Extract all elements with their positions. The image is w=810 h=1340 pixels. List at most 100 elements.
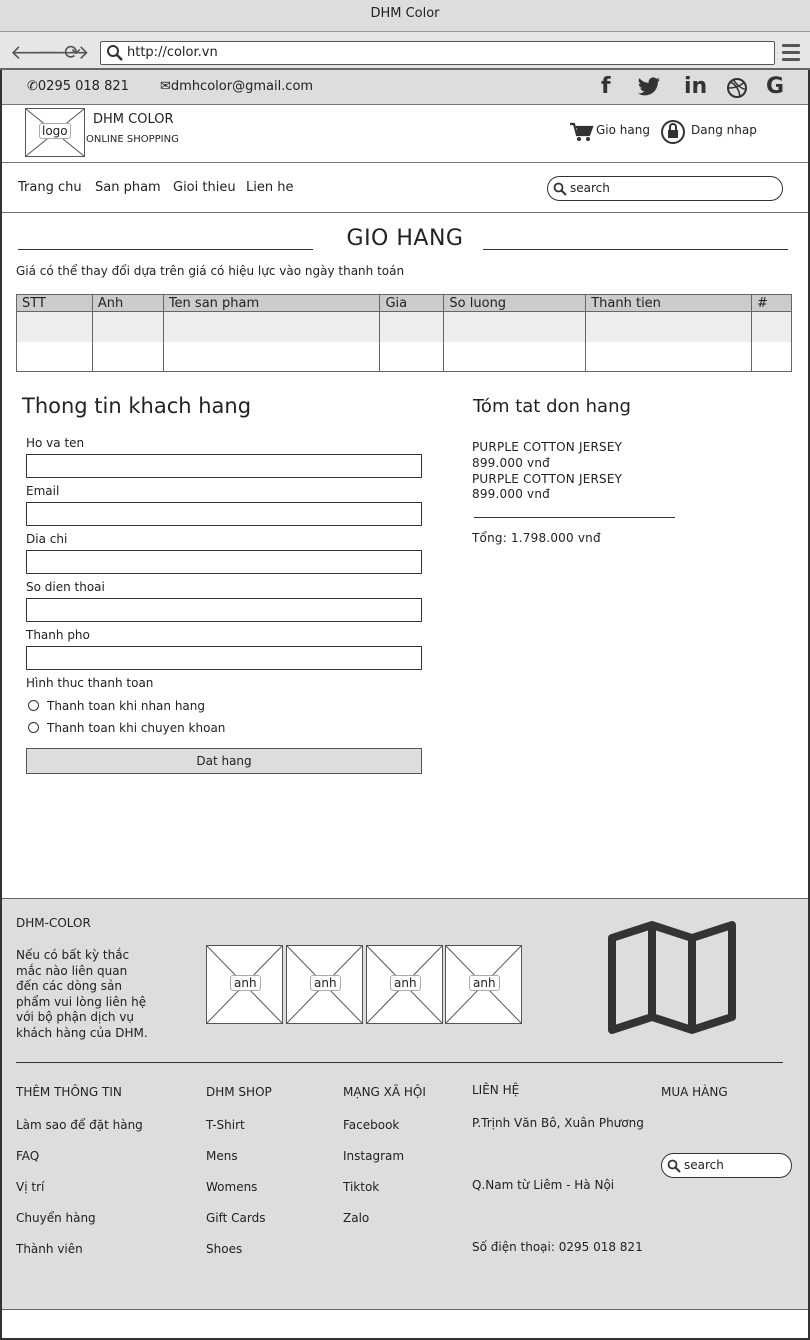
- footer-link-womens[interactable]: Womens: [206, 1180, 257, 1194]
- dribbble-icon[interactable]: [726, 77, 748, 99]
- phone-number: 0295 018 821: [37, 79, 129, 94]
- footer-image-label: anh: [469, 975, 500, 991]
- table-row: [16, 341, 793, 372]
- address-bar[interactable]: http://color.vn: [100, 41, 775, 65]
- footer-about-line: với bộ phận dịch vụ: [16, 1010, 135, 1024]
- forward-icon[interactable]: 🡒: [36, 42, 90, 62]
- footer-link-gift-cards[interactable]: Gift Cards: [206, 1211, 266, 1225]
- menu-item-trang-chu[interactable]: Trang chu: [18, 180, 82, 195]
- name-field[interactable]: [26, 454, 422, 478]
- cart-label: Gio hang: [596, 123, 650, 137]
- footer-link-faq[interactable]: FAQ: [16, 1149, 39, 1163]
- summary-item-price: 899.000 vnđ: [472, 487, 550, 501]
- footer-contact-phone: Số điện thoại: 0295 018 821: [472, 1240, 643, 1254]
- payment-cod-label[interactable]: Thanh toan khi nhan hang: [47, 699, 205, 713]
- payment-transfer-label[interactable]: Thanh toan khi chuyen khoan: [47, 721, 225, 735]
- reload-icon[interactable]: ⟳: [64, 42, 81, 62]
- facebook-icon[interactable]: f: [601, 74, 611, 99]
- summary-item-name: PURPLE COTTON JERSEY: [472, 440, 623, 454]
- login-label: Dang nhap: [691, 123, 757, 137]
- footer-link-how-to-order[interactable]: Làm sao để đặt hàng: [16, 1118, 143, 1132]
- column-header: Thanh tien: [585, 294, 752, 312]
- footer-link-tshirt[interactable]: T-Shirt: [206, 1118, 245, 1132]
- envelope-icon: ✉: [160, 79, 171, 94]
- table-row: [16, 311, 793, 342]
- footer-heading-buy: MUA HÀNG: [661, 1085, 728, 1099]
- logo[interactable]: logo: [25, 108, 85, 157]
- footer-link-shoes[interactable]: Shoes: [206, 1242, 242, 1256]
- menu-item-lien-he[interactable]: Lien he: [246, 180, 293, 195]
- city-field[interactable]: [26, 646, 422, 670]
- footer-link-tiktok[interactable]: Tiktok: [343, 1180, 379, 1194]
- header-search-input[interactable]: search: [547, 176, 783, 201]
- field-label-phone: So dien thoai: [26, 580, 105, 594]
- footer-heading-shop: DHM SHOP: [206, 1085, 272, 1099]
- payment-transfer-radio[interactable]: [28, 722, 39, 733]
- footer-link-mens[interactable]: Mens: [206, 1149, 238, 1163]
- footer-link-zalo[interactable]: Zalo: [343, 1211, 369, 1225]
- map-icon[interactable]: [606, 920, 740, 1035]
- price-note: Giá có thể thay đổi dựa trên giá có hiệu…: [16, 264, 405, 278]
- footer-divider: [16, 1062, 783, 1063]
- footer-image[interactable]: anh: [206, 945, 283, 1024]
- logo-label: logo: [39, 123, 71, 139]
- footer-image-label: anh: [390, 975, 421, 991]
- window-title: DHM Color: [0, 0, 810, 32]
- footer-image-label: anh: [310, 975, 341, 991]
- field-label-city: Thanh pho: [26, 628, 90, 642]
- place-order-button[interactable]: Dat hang: [26, 748, 422, 774]
- email-field[interactable]: [26, 502, 422, 526]
- footer-link-instagram[interactable]: Instagram: [343, 1149, 404, 1163]
- address-field[interactable]: [26, 550, 422, 574]
- field-label-address: Dia chi: [26, 532, 68, 546]
- footer-image-label: anh: [230, 975, 261, 991]
- footer-link-shipping[interactable]: Chuyển hàng: [16, 1211, 96, 1225]
- twitter-icon[interactable]: [637, 77, 661, 97]
- column-header: Anh: [91, 294, 164, 312]
- table-header-row: STT Anh Ten san pham Gia So luong Thanh …: [16, 294, 793, 312]
- page-title: GIO HANG: [346, 226, 464, 251]
- phone-field[interactable]: [26, 598, 422, 622]
- footer-link-facebook[interactable]: Facebook: [343, 1118, 399, 1132]
- column-header: Gia: [379, 294, 445, 312]
- cart-table: STT Anh Ten san pham Gia So luong Thanh …: [16, 294, 793, 372]
- payment-cod-radio[interactable]: [28, 700, 39, 711]
- summary-item-name: PURPLE COTTON JERSEY: [472, 472, 623, 486]
- menu-item-san-pham[interactable]: San pham: [95, 180, 161, 195]
- footer-brand: DHM-COLOR: [16, 916, 91, 930]
- hamburger-menu-icon[interactable]: [782, 44, 800, 62]
- brand-name: DHM COLOR: [93, 112, 174, 127]
- column-header: STT: [16, 294, 93, 312]
- search-icon: [553, 182, 567, 196]
- footer-image[interactable]: anh: [286, 945, 363, 1024]
- footer-heading-contact: LIÊN HỆ: [472, 1083, 520, 1097]
- customer-form-title: Thong tin khach hang: [22, 394, 252, 418]
- footer-about-line: mắc nào liên quan: [16, 963, 128, 978]
- field-label-name: Ho va ten: [26, 436, 85, 450]
- linkedin-icon[interactable]: in: [684, 74, 707, 99]
- footer-image[interactable]: anh: [445, 945, 522, 1024]
- summary-item-price: 899.000 vnđ: [472, 456, 550, 470]
- footer-about-line: Nếu có bất kỳ thắc: [16, 948, 130, 962]
- brand-tagline: ONLINE SHOPPING: [86, 134, 179, 145]
- lock-icon: [661, 120, 685, 144]
- order-total: Tổng: 1.798.000 vnđ: [472, 531, 601, 545]
- order-summary-title: Tóm tat don hang: [473, 396, 631, 417]
- footer-contact-district: Q.Nam từ Liêm - Hà Nội: [472, 1178, 615, 1192]
- cart-icon: [570, 122, 594, 141]
- footer-contact-address: P.Trịnh Văn Bô, Xuân Phương: [472, 1116, 644, 1130]
- footer-about-line: đến các dòng sản: [16, 979, 122, 993]
- menu-item-gioi-thieu[interactable]: Gioi thieu: [173, 180, 236, 195]
- phone-icon: ✆: [27, 79, 38, 94]
- footer-link-members[interactable]: Thành viên: [16, 1242, 83, 1256]
- footer-heading-social: MẠNG XÃ HỘI: [343, 1085, 426, 1099]
- footer-image[interactable]: anh: [366, 945, 443, 1024]
- footer-about-line: khách hàng của DHM.: [16, 1025, 148, 1040]
- email-info: ✉dmhcolor@gmail.com: [160, 79, 313, 94]
- summary-divider: [474, 517, 675, 518]
- footer-link-location[interactable]: Vị trí: [16, 1180, 44, 1194]
- column-header: Ten san pham: [162, 294, 381, 312]
- footer-about-line: phẩm vui lòng liên hệ: [16, 994, 147, 1009]
- google-icon[interactable]: G: [766, 74, 784, 99]
- email-address: dmhcolor@gmail.com: [170, 79, 314, 94]
